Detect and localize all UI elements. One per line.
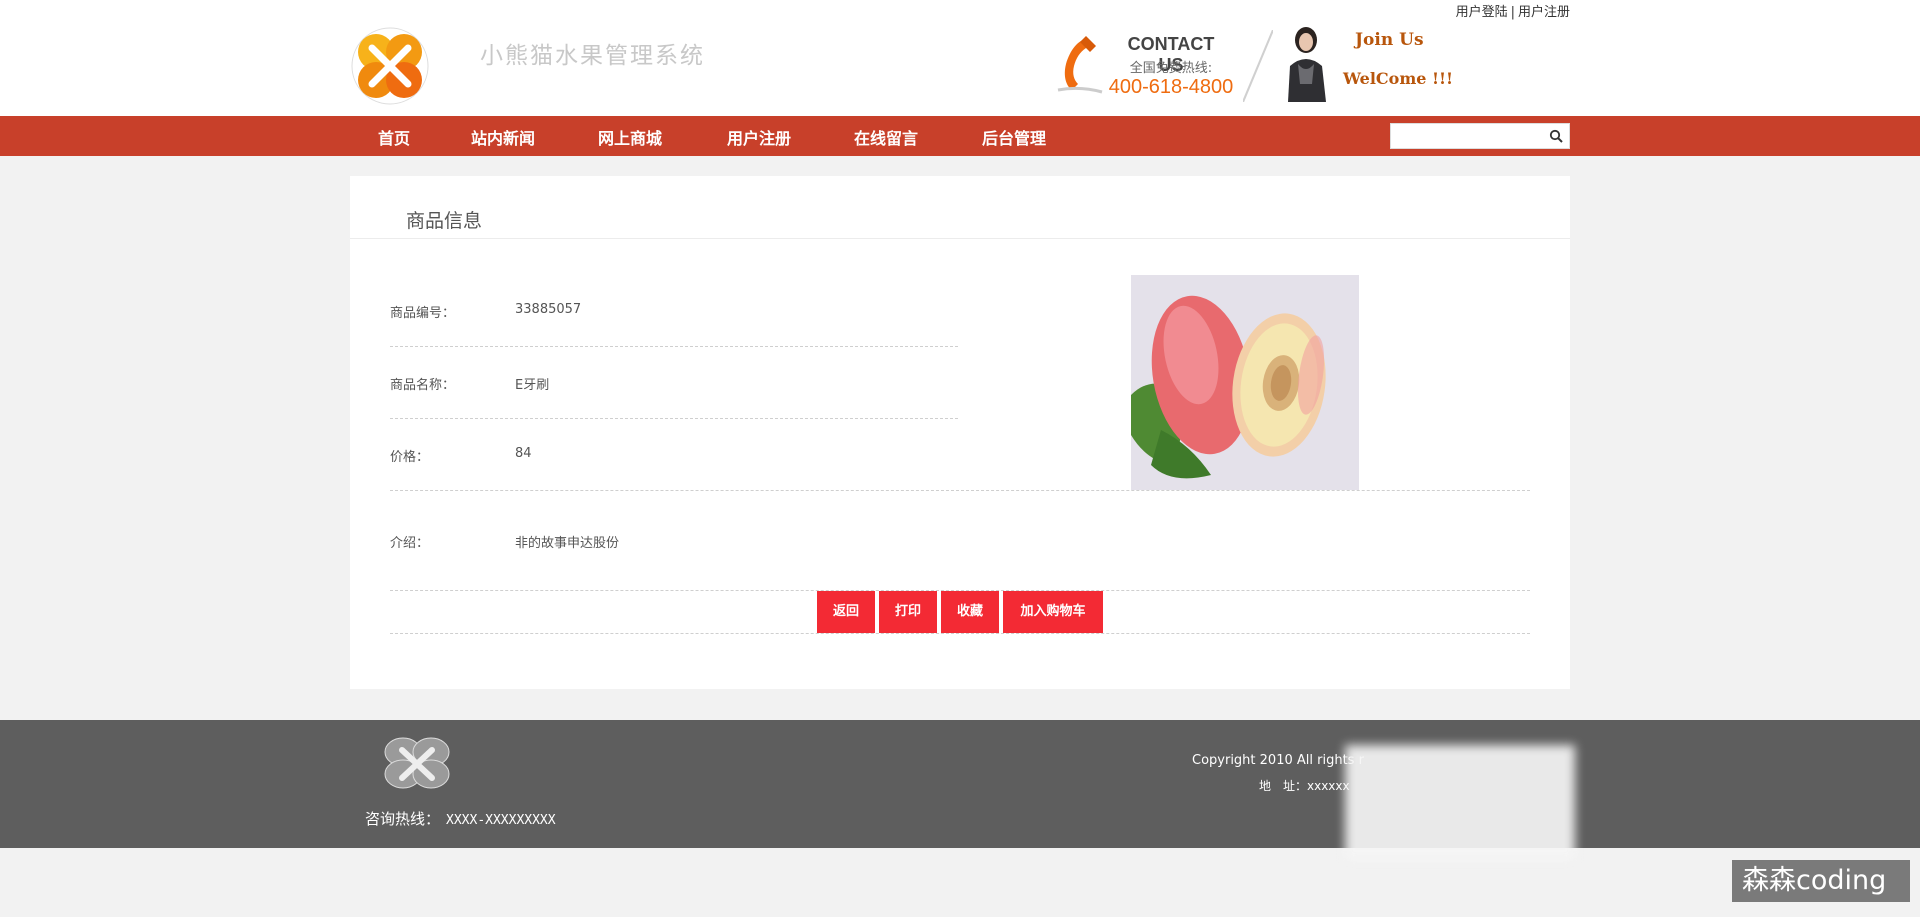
welcome-text: WelCome !!!	[1343, 69, 1454, 88]
product-name-value: E牙刷	[515, 378, 550, 393]
hotline-label: 咨询热线：	[365, 810, 441, 828]
contact-subtitle: 全国免费热线:	[1129, 61, 1213, 76]
nav-item-shop[interactable]: 网上商城	[598, 125, 662, 149]
copyright-text: Copyright 2010 All rights r	[1192, 753, 1364, 768]
site-logo[interactable]	[350, 26, 430, 106]
product-name-label: 商品名称：	[390, 378, 456, 393]
add-to-cart-button[interactable]: 加入购物车	[1003, 591, 1103, 633]
hotline: 咨询热线： XXXX-XXXXXXXXX	[365, 808, 556, 829]
panel-title: 商品信息	[406, 210, 483, 232]
top-links-separator: |	[1510, 5, 1515, 20]
nav-item-admin[interactable]: 后台管理	[982, 125, 1046, 149]
register-link[interactable]: 用户注册	[1518, 5, 1570, 20]
product-image	[1131, 275, 1359, 490]
login-link[interactable]: 用户登陆	[1456, 5, 1508, 20]
watermark: 森森coding	[1732, 860, 1910, 902]
site-title: 小熊猫水果管理系统	[480, 43, 705, 69]
row-divider	[390, 633, 1530, 634]
product-panel: 商品信息 商品编号： 33885057 商品名称： E牙刷 价格： 84 介绍：…	[350, 176, 1570, 689]
product-id-value: 33885057	[515, 302, 582, 317]
nav-item-news[interactable]: 站内新闻	[471, 125, 535, 149]
intro-label: 介绍：	[390, 536, 430, 551]
contact-number: 400-618-4800	[1108, 76, 1234, 98]
product-id-label: 商品编号：	[390, 306, 456, 321]
search-box	[1390, 123, 1570, 149]
person-image	[1288, 27, 1326, 102]
blurred-overlay	[1345, 745, 1575, 860]
search-icon[interactable]	[1549, 129, 1563, 143]
print-button[interactable]: 打印	[879, 591, 937, 633]
nav-item-home[interactable]: 首页	[378, 125, 410, 149]
phone-icon	[1057, 36, 1103, 94]
main-nav: 首页 站内新闻 网上商城 用户注册 在线留言 后台管理	[0, 116, 1920, 156]
peach-image	[1131, 275, 1359, 490]
price-value: 84	[515, 446, 532, 461]
address-text: 地 址：xxxxxx	[1259, 779, 1350, 793]
back-button[interactable]: 返回	[817, 591, 875, 633]
title-divider	[350, 238, 1570, 239]
nav-item-register[interactable]: 用户注册	[727, 125, 791, 149]
join-us-text: Join Us	[1355, 30, 1424, 50]
hotline-number: XXXX-XXXXXXXXX	[446, 813, 556, 828]
row-divider	[390, 418, 958, 419]
favorite-button[interactable]: 收藏	[941, 591, 999, 633]
row-divider	[390, 490, 1530, 491]
search-input[interactable]	[1391, 124, 1539, 148]
top-links: 用户登陆 | 用户注册	[1456, 1, 1570, 20]
header-divider	[1243, 30, 1273, 102]
row-divider	[390, 346, 958, 347]
header: 用户登陆 | 用户注册 小熊猫水果管理系统 CONTACT US 全国免费热线: 4…	[0, 0, 1920, 116]
footer: 咨询热线： XXXX-XXXXXXXXX Copyright 2010 All r…	[0, 720, 1920, 848]
intro-value: 非的故事申达股份	[515, 536, 620, 551]
nav-item-message[interactable]: 在线留言	[854, 125, 918, 149]
price-label: 价格：	[390, 450, 430, 465]
footer-logo	[384, 737, 450, 789]
